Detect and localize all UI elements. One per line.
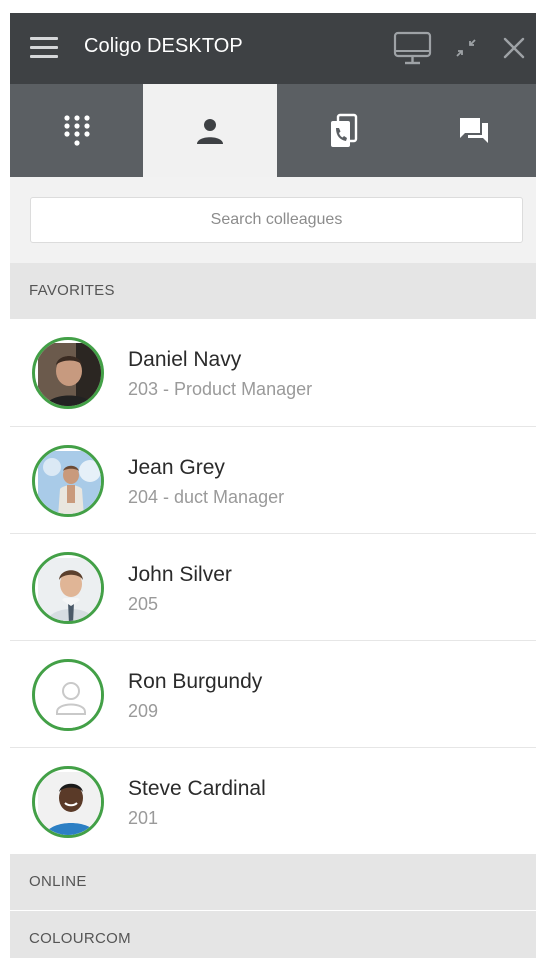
search-area bbox=[10, 177, 536, 263]
app-title: Coligo DESKTOP bbox=[84, 35, 243, 57]
chat-bubbles-icon bbox=[459, 117, 488, 143]
person-icon bbox=[197, 118, 223, 144]
tab-contacts[interactable] bbox=[143, 84, 277, 177]
contact-extension: 209 bbox=[128, 701, 159, 721]
tab-bar bbox=[10, 84, 536, 177]
person-placeholder-icon bbox=[38, 665, 101, 728]
compress-arrows-icon[interactable] bbox=[452, 27, 480, 69]
section-header-online[interactable]: ONLINE bbox=[10, 854, 536, 910]
contact-extension: 205 bbox=[128, 594, 159, 614]
avatar bbox=[32, 552, 104, 624]
contact-name: Daniel Navy bbox=[128, 348, 242, 371]
close-x-icon[interactable] bbox=[500, 27, 528, 69]
call-history-icon bbox=[331, 113, 358, 147]
avatar bbox=[32, 337, 104, 409]
contact-row[interactable]: Jean Grey 204 - duct Manager bbox=[10, 426, 536, 534]
contact-row[interactable]: Daniel Navy 203 - Product Manager bbox=[10, 319, 536, 426]
contact-name: Steve Cardinal bbox=[128, 777, 266, 800]
avatar bbox=[32, 766, 104, 838]
contact-row[interactable]: Steve Cardinal 201 bbox=[10, 747, 536, 855]
tab-dialpad[interactable] bbox=[10, 84, 143, 177]
contact-name: Ron Burgundy bbox=[128, 670, 263, 693]
contact-row[interactable]: John Silver 205 bbox=[10, 533, 536, 641]
contact-extension: 201 bbox=[128, 808, 159, 828]
contact-extension: 203 - Product Manager bbox=[128, 379, 313, 399]
avatar bbox=[32, 445, 104, 517]
contact-name: Jean Grey bbox=[128, 456, 225, 479]
contact-row[interactable]: Ron Burgundy 209 bbox=[10, 640, 536, 748]
dialpad-icon bbox=[63, 114, 90, 146]
title-bar: Coligo DESKTOP bbox=[10, 13, 536, 84]
tab-call-history[interactable] bbox=[277, 84, 411, 177]
section-header-favorites[interactable]: FAVORITES bbox=[10, 263, 536, 319]
contact-extension: 204 - duct Manager bbox=[128, 487, 285, 507]
coligo-app-window: Coligo DESKTOP Search colleagues FAVORIT… bbox=[10, 13, 536, 958]
avatar bbox=[32, 659, 104, 731]
contact-name: John Silver bbox=[128, 563, 232, 586]
hamburger-menu-icon[interactable] bbox=[30, 37, 58, 59]
search-colleagues-input[interactable] bbox=[30, 197, 523, 243]
tab-chat[interactable] bbox=[411, 84, 536, 177]
desktop-monitor-icon[interactable] bbox=[392, 27, 434, 69]
section-header-colourcom[interactable]: COLOURCOM bbox=[10, 911, 536, 958]
